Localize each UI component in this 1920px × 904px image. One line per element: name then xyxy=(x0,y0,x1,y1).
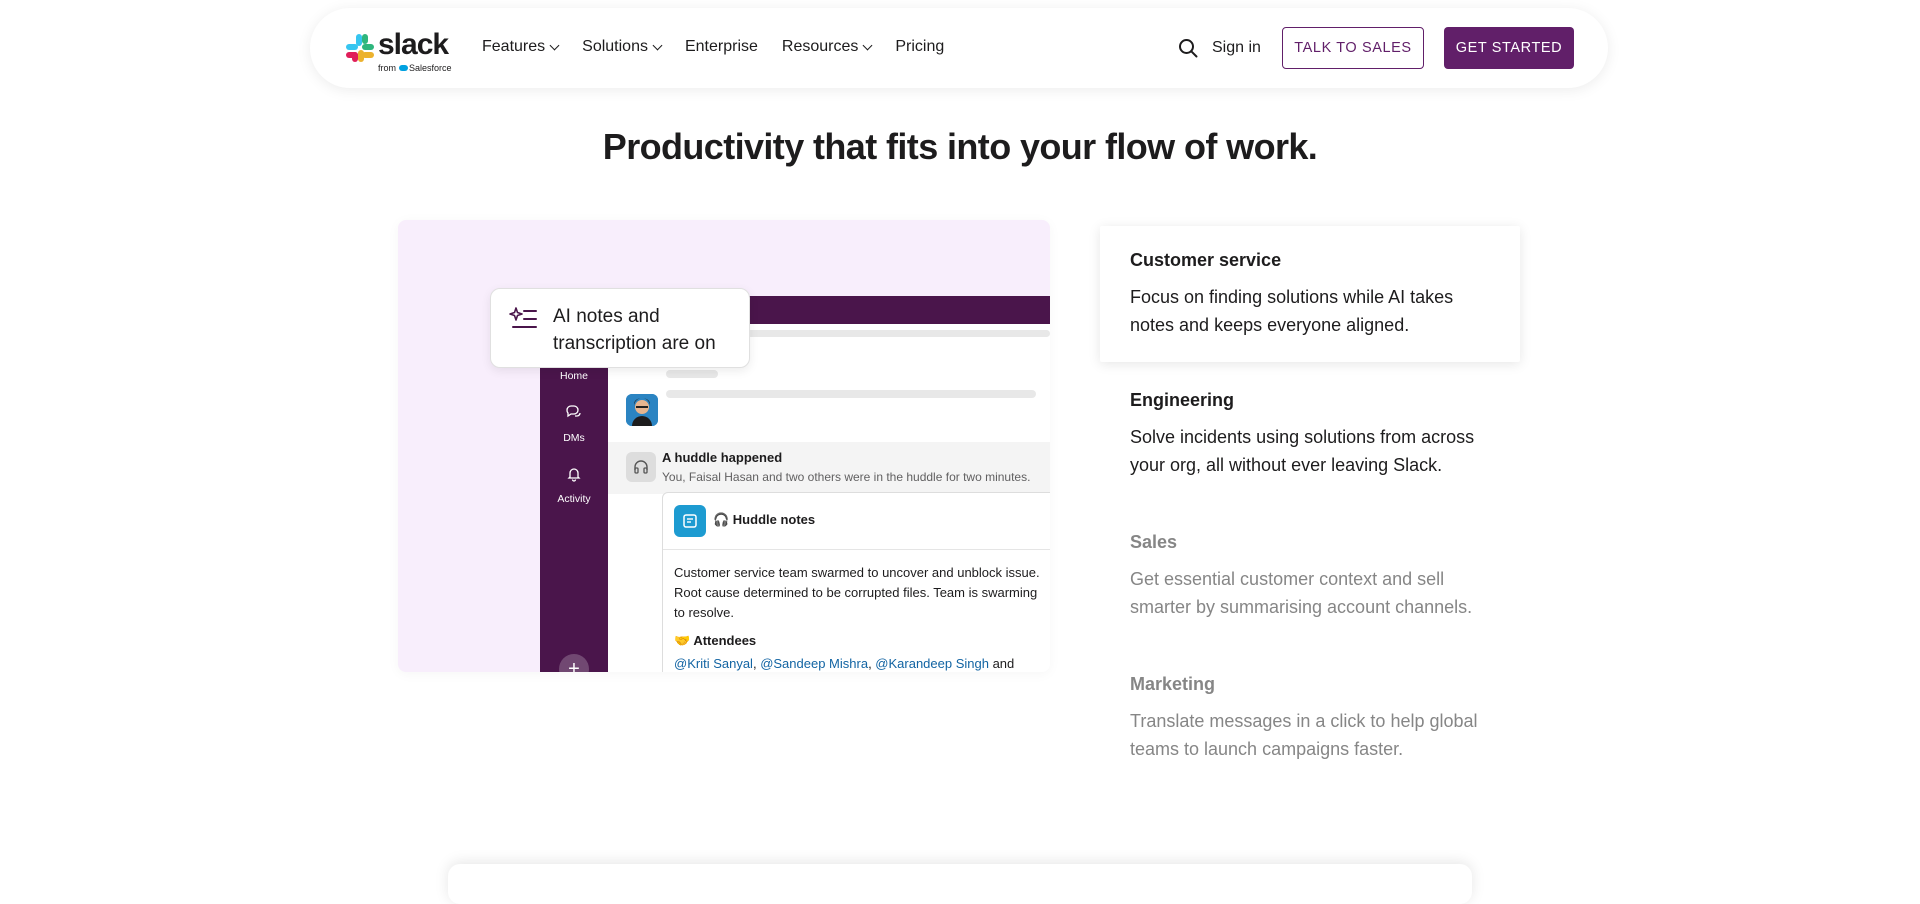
nav-pricing[interactable]: Pricing xyxy=(895,38,944,56)
sign-in-link[interactable]: Sign in xyxy=(1212,39,1261,57)
tab-sales[interactable]: Sales Get essential customer context and… xyxy=(1100,508,1520,644)
plus-icon: + xyxy=(559,654,589,672)
slack-logo[interactable]: slack from Salesforce xyxy=(346,28,452,74)
tab-engineering[interactable]: Engineering Solve incidents using soluti… xyxy=(1100,366,1520,502)
dms-icon xyxy=(559,398,589,428)
tab-title: Customer service xyxy=(1130,250,1282,270)
headphones-icon xyxy=(626,452,656,482)
tab-title: Engineering xyxy=(1130,390,1235,410)
bell-icon xyxy=(559,459,589,489)
get-started-button[interactable]: GET STARTED xyxy=(1444,27,1574,69)
sidebar-item-activity: Activity xyxy=(540,459,608,505)
search-icon[interactable] xyxy=(1178,38,1198,58)
chevron-down-icon xyxy=(652,40,663,51)
tab-description: Translate messages in a click to help gl… xyxy=(1130,711,1478,759)
chevron-down-icon xyxy=(862,40,873,51)
huddle-title: A huddle happened xyxy=(662,450,783,465)
mention: @Sandeep Mishra xyxy=(760,656,869,671)
nav-features[interactable]: Features xyxy=(482,38,560,56)
attendees-title: 🤝 Attendees xyxy=(674,633,757,648)
chevron-down-icon xyxy=(549,40,560,51)
salesforce-tagline: from Salesforce xyxy=(378,63,452,73)
tab-description: Focus on finding solutions while AI take… xyxy=(1130,287,1454,335)
notes-body: Customer service team swarmed to uncover… xyxy=(674,565,1040,620)
placeholder-line xyxy=(666,390,1036,398)
nav-enterprise[interactable]: Enterprise xyxy=(685,38,758,56)
placeholder-line xyxy=(666,370,718,378)
slack-hash-icon xyxy=(346,34,374,62)
tab-description: Solve incidents using solutions from acr… xyxy=(1130,427,1475,475)
avatar xyxy=(626,394,658,426)
top-navigation: slack from Salesforce Features Solutions … xyxy=(310,8,1608,88)
tab-customer-service[interactable]: Customer service Focus on finding soluti… xyxy=(1100,226,1520,362)
canvas-icon xyxy=(674,505,706,537)
ai-notes-pill: AI notes and transcription are on xyxy=(490,288,750,368)
tab-title: Sales xyxy=(1130,532,1178,552)
ai-sparkle-list-icon xyxy=(509,307,537,328)
mention: @Kriti Sanyal xyxy=(674,656,753,671)
notes-title: 🎧 Huddle notes xyxy=(713,512,816,527)
slack-wordmark: slack xyxy=(378,28,449,61)
nav-solutions[interactable]: Solutions xyxy=(582,38,663,56)
main-menu: Features Solutions Enterprise Resources … xyxy=(482,38,968,56)
next-section-card xyxy=(448,864,1472,904)
salesforce-cloud-icon xyxy=(399,65,408,71)
divider xyxy=(663,549,1050,550)
nav-resources[interactable]: Resources xyxy=(782,38,873,56)
section-headline: Productivity that fits into your flow of… xyxy=(602,126,1318,167)
tab-marketing[interactable]: Marketing Translate messages in a click … xyxy=(1100,650,1520,786)
huddle-notes-card: 🎧 Huddle notes Customer service team swa… xyxy=(662,492,1050,672)
ai-notes-text: AI notes and transcription are on xyxy=(553,306,716,354)
talk-to-sales-button[interactable]: TALK TO SALES xyxy=(1282,27,1424,69)
sidebar-item-dms: DMs xyxy=(540,398,608,444)
tab-description: Get essential customer context and sell … xyxy=(1130,569,1473,617)
mention: @Karandeep Singh xyxy=(875,656,989,671)
tab-title: Marketing xyxy=(1130,674,1216,694)
product-illustration: Home DMs Activity + A huddle happened Yo… xyxy=(398,220,1050,672)
huddle-subtitle: You, Faisal Hasan and two others were in… xyxy=(662,470,1031,484)
attendees-list: @Kriti Sanyal, @Sandeep Mishra, @Karande… xyxy=(674,656,1015,671)
app-sidebar: Home DMs Activity + xyxy=(540,324,608,672)
